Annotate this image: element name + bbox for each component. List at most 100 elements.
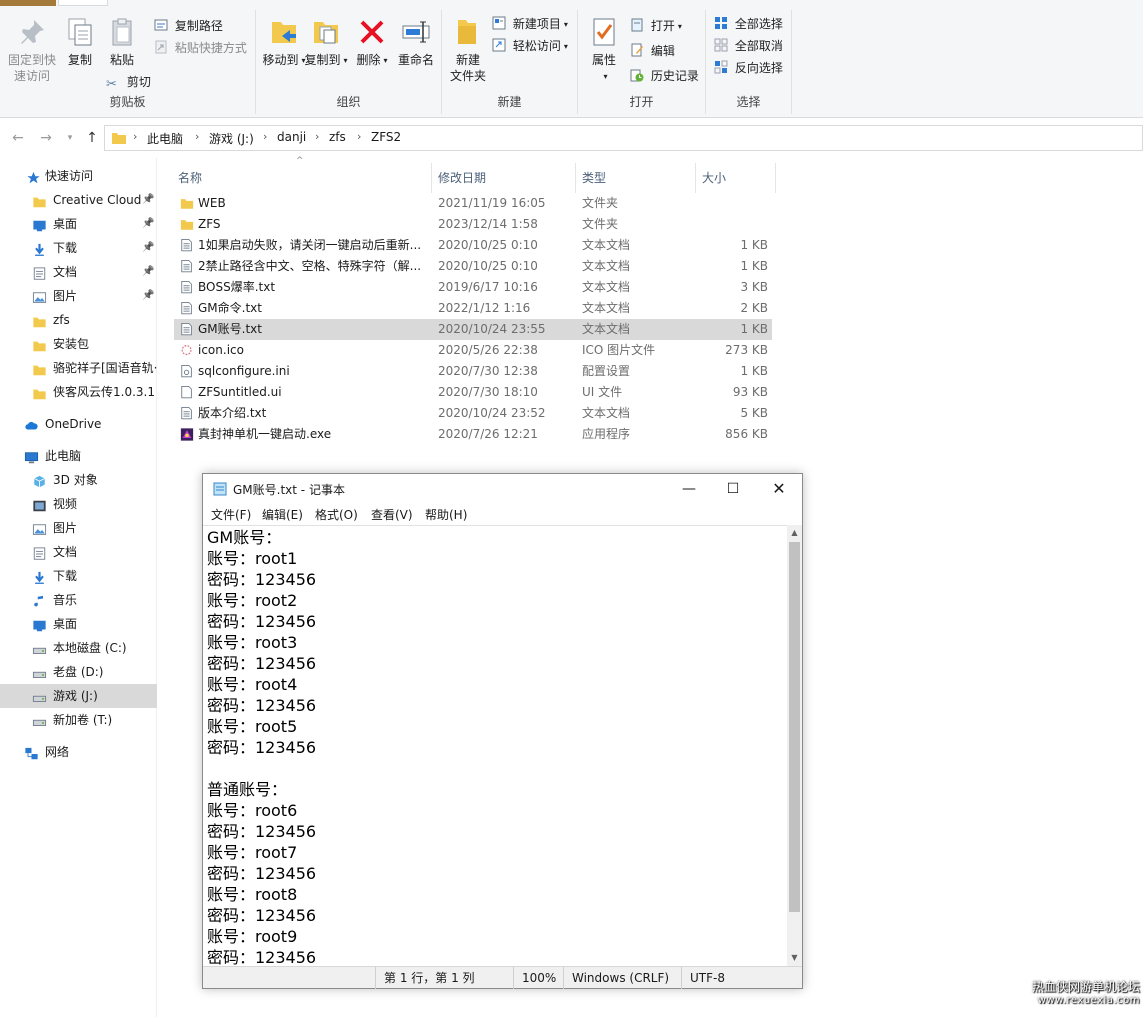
file-type: 文本文档 (582, 406, 631, 420)
sidebar-item[interactable]: 骆驼祥子[国语音轨· (0, 356, 157, 380)
menu-help[interactable]: 帮助(H) (425, 506, 467, 523)
file-row[interactable]: 版本介绍.txt 2020/10/24 23:52 文本文档 5 KB (174, 403, 772, 424)
file-row[interactable]: 真封神单机一键启动.exe 2020/7/26 12:21 应用程序 856 KB (174, 424, 772, 445)
history-button[interactable]: 历史记录 (630, 66, 699, 86)
pin-quick-access-button[interactable]: 固定到快 速访问 (6, 16, 58, 84)
column-header-name[interactable]: 名称 (172, 163, 432, 193)
rename-icon (402, 21, 430, 43)
sidebar-item[interactable]: 安装包 (0, 332, 157, 356)
file-row[interactable]: GM命令.txt 2022/1/12 1:16 文本文档 2 KB (174, 298, 772, 319)
back-arrow-icon[interactable]: ← (8, 128, 28, 148)
tab-home[interactable] (58, 0, 108, 6)
maximize-icon[interactable]: ☐ (710, 474, 756, 504)
breadcrumb-drive[interactable]: 游戏 (J:) (209, 130, 254, 147)
sidebar-item[interactable]: 图片 (0, 516, 157, 540)
move-to-icon (272, 22, 296, 43)
sidebar-item[interactable]: 图片 📌 (0, 284, 157, 308)
column-header-type[interactable]: 类型 (576, 163, 696, 193)
menu-format[interactable]: 格式(O) (315, 506, 358, 523)
breadcrumb-danji[interactable]: danji (277, 130, 306, 144)
notepad-title-bar[interactable]: GM账号.txt - 记事本 — ☐ ✕ (203, 474, 802, 504)
invert-selection-button[interactable]: 反向选择 (714, 58, 783, 78)
up-arrow-icon[interactable]: ↑ (82, 128, 102, 148)
delete-button[interactable]: 删除 ▾ (348, 16, 396, 69)
file-row[interactable]: ZFS 2023/12/14 1:58 文件夹 (174, 214, 772, 235)
file-row[interactable]: 1如果启动失败，请关闭一键启动后重新... 2020/10/25 0:10 文本文档… (174, 235, 772, 256)
select-all-button[interactable]: 全部选择 (714, 14, 783, 34)
sidebar-item[interactable]: 本地磁盘 (C:) (0, 636, 157, 660)
sidebar-item[interactable]: 桌面 (0, 612, 157, 636)
notepad-vertical-scrollbar[interactable]: ▲ ▼ (787, 525, 802, 966)
breadcrumb-this-pc[interactable]: 此电脑 (147, 130, 183, 147)
move-to-button[interactable]: 移动到 ▾ (260, 16, 308, 69)
file-type: 文件夹 (582, 217, 619, 231)
scroll-thumb[interactable] (789, 542, 800, 912)
text-line: 密码：123456 (207, 948, 317, 966)
file-size: 1 KB (740, 322, 768, 336)
file-row[interactable]: WEB 2021/11/19 16:05 文件夹 (174, 193, 772, 214)
sidebar-item[interactable]: 视频 (0, 492, 157, 516)
close-icon[interactable]: ✕ (756, 474, 802, 504)
select-none-button[interactable]: 全部取消 (714, 36, 783, 56)
sidebar-item[interactable]: Creative Cloud 📌 (0, 188, 157, 212)
sidebar-item[interactable]: 网络 (0, 740, 157, 764)
cut-button[interactable]: ✂ 剪切 (106, 72, 151, 92)
sidebar-item[interactable]: 游戏 (J:) (0, 684, 157, 708)
sidebar-item[interactable]: 桌面 📌 (0, 212, 157, 236)
sidebar-item[interactable]: 音乐 (0, 588, 157, 612)
edit-button[interactable]: 编辑 (630, 41, 675, 61)
copy-button[interactable]: 复制 (56, 16, 104, 68)
paste-shortcut-button[interactable]: 粘贴快捷方式 (154, 38, 247, 58)
file-row[interactable]: ZFSuntitled.ui 2020/7/30 18:10 UI 文件 93 KB (174, 382, 772, 403)
file-row[interactable]: GM账号.txt 2020/10/24 23:55 文本文档 1 KB (174, 319, 772, 340)
tab-file[interactable] (0, 0, 56, 6)
sidebar-item[interactable]: 文档 📌 (0, 260, 157, 284)
menu-view[interactable]: 查看(V) (371, 506, 413, 523)
sidebar-item[interactable]: 老盘 (D:) (0, 660, 157, 684)
text-line: 账号：root9 (207, 927, 298, 946)
folder-icon (112, 133, 126, 144)
file-name: ZFSuntitled.ui (198, 385, 282, 399)
column-header-size[interactable]: 大小 (696, 163, 776, 193)
file-row[interactable]: sqlconfigure.ini 2020/7/30 12:38 配置设置 1 KB (174, 361, 772, 382)
easy-access-button[interactable]: 轻松访问 ▾ (492, 36, 568, 56)
column-header-date[interactable]: 修改日期 (432, 163, 576, 193)
breadcrumb-zfs2[interactable]: ZFS2 (371, 130, 401, 144)
blank-file-icon (180, 385, 194, 400)
rename-button[interactable]: 重命名 (392, 16, 440, 68)
copy-to-button[interactable]: 复制到 ▾ (302, 16, 350, 69)
menu-file[interactable]: 文件(F) (211, 506, 251, 523)
sidebar-item[interactable]: 快速访问 (0, 164, 157, 188)
open-button[interactable]: 打开 ▾ (630, 16, 682, 36)
sidebar-item[interactable]: 新加卷 (T:) (0, 708, 157, 732)
recent-chevron-down-icon[interactable]: ▾ (60, 128, 80, 148)
sidebar-item[interactable]: 侠客风云传1.0.3.1 (0, 380, 157, 404)
file-row[interactable]: icon.ico 2020/5/26 22:38 ICO 图片文件 273 KB (174, 340, 772, 361)
sidebar-item[interactable]: 下载 (0, 564, 157, 588)
sidebar-item[interactable]: 下载 📌 (0, 236, 157, 260)
sidebar-item[interactable]: zfs (0, 308, 157, 332)
forward-arrow-icon[interactable]: → (36, 128, 56, 148)
sidebar-item[interactable]: 此电脑 (0, 444, 157, 468)
new-folder-button[interactable]: 新建 文件夹 (444, 16, 492, 84)
sidebar-item[interactable]: OneDrive (0, 412, 157, 436)
move-to-label: 移动到 (262, 53, 299, 67)
copy-path-button[interactable]: 复制路径 (154, 16, 223, 36)
properties-button[interactable]: 属性 ▾ (580, 16, 628, 85)
new-item-button[interactable]: 新建项目 ▾ (492, 14, 568, 34)
sidebar-item[interactable]: 3D 对象 (0, 468, 157, 492)
breadcrumb-zfs[interactable]: zfs (329, 130, 346, 144)
file-row[interactable]: 2禁止路径含中文、空格、特殊字符（解... 2020/10/25 0:10 文本文档… (174, 256, 772, 277)
invert-selection-label: 反向选择 (734, 61, 783, 75)
breadcrumb-separator-icon: › (195, 130, 200, 143)
address-bar[interactable]: › 此电脑 › 游戏 (J:) › danji › zfs › ZFS2 (104, 125, 1143, 151)
file-date: 2023/12/14 1:58 (438, 217, 538, 231)
notepad-text-area[interactable]: GM账号： 账号：root1 密码：123456 账号：root2 密码：123456 账… (203, 525, 787, 966)
scroll-down-icon[interactable]: ▼ (787, 950, 802, 966)
menu-edit[interactable]: 编辑(E) (262, 506, 303, 523)
file-row[interactable]: BOSS爆率.txt 2019/6/17 10:16 文本文档 3 KB (174, 277, 772, 298)
sidebar-item[interactable]: 文档 (0, 540, 157, 564)
paste-button[interactable]: 粘贴 (98, 16, 146, 68)
minimize-icon[interactable]: — (666, 474, 712, 504)
scroll-up-icon[interactable]: ▲ (787, 525, 802, 541)
